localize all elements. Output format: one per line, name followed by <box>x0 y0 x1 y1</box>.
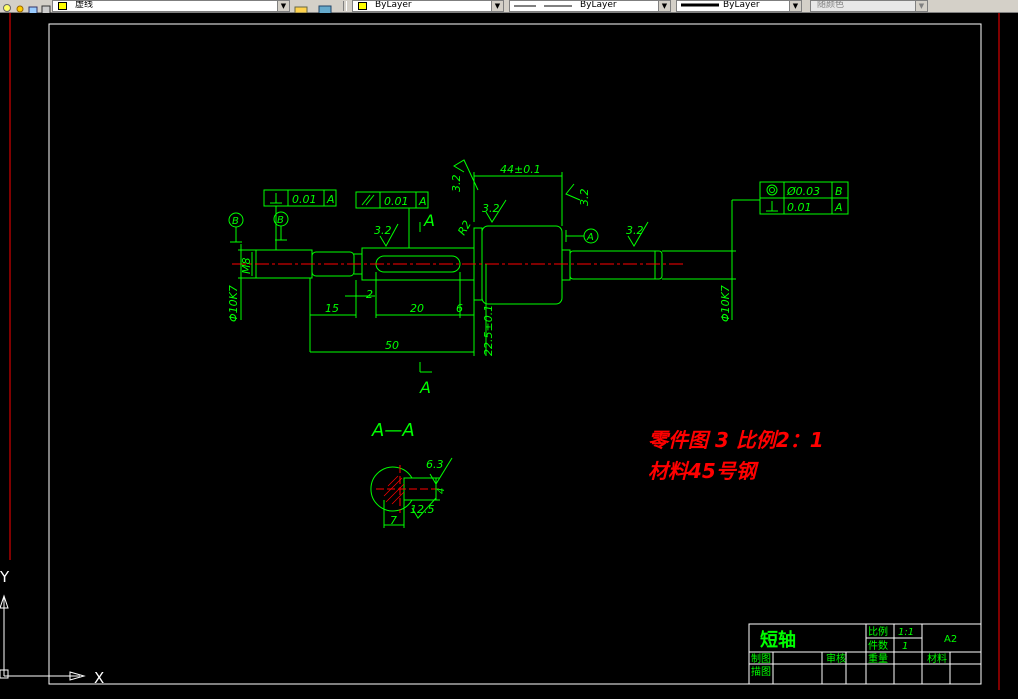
sun-icon[interactable] <box>14 0 26 13</box>
color-swatch <box>358 2 367 10</box>
datum-a-label: A <box>586 232 594 243</box>
lineweight-dropdown[interactable]: ByLayer ▼ <box>676 0 802 12</box>
title-qty-label: 件数 <box>868 639 888 652</box>
title-weight-label: 重量 <box>868 652 888 665</box>
chevron-down-icon[interactable]: ▼ <box>658 1 670 11</box>
roughness-2: 3.2 <box>482 202 500 215</box>
chevron-down-icon[interactable]: ▼ <box>277 1 289 11</box>
color-value: ByLayer <box>375 0 412 10</box>
dim-50: 50 <box>385 339 399 352</box>
roughness-5: 3.2 <box>578 189 591 207</box>
plotstyle-dropdown[interactable]: 随颜色 ▼ <box>810 0 928 12</box>
concentric-datum: B <box>835 185 843 198</box>
layer-previous-icon[interactable] <box>318 0 332 15</box>
dim-20: 20 <box>410 302 424 315</box>
layer-name: 虚线 <box>75 0 94 10</box>
dim-7: 7 <box>390 514 397 527</box>
perpendicular-datum: A <box>834 201 843 214</box>
chevron-down-icon[interactable]: ▼ <box>915 1 927 11</box>
roughness-7: 12.5 <box>410 503 435 516</box>
roughness-1: 3.2 <box>374 224 392 237</box>
roughness-6: 6.3 <box>426 458 444 471</box>
runout-datum: A <box>326 193 335 206</box>
linetype-value: ByLayer <box>580 0 617 10</box>
lightbulb-icon[interactable] <box>1 0 13 12</box>
layer-print-icon[interactable] <box>40 0 52 15</box>
roughness-4: 3.2 <box>450 175 463 193</box>
linetype-dropdown[interactable]: ByLayer ▼ <box>509 0 671 12</box>
datum-b2-label: B <box>277 215 284 226</box>
title-material-label: 材料 <box>927 652 947 665</box>
roughness-3: 3.2 <box>626 224 644 237</box>
title-part-name: 短轴 <box>760 629 796 651</box>
dim-15: 15 <box>325 302 339 315</box>
title-drafter-label: 描图 <box>751 665 771 678</box>
lineweight-sample <box>681 3 719 7</box>
dim-phi-right: Φ10K7 <box>719 285 732 322</box>
color-dropdown[interactable]: ByLayer ▼ <box>352 0 504 12</box>
concentric-tolerance-value: Ø0.03 <box>786 185 820 198</box>
ucs-x-label: X <box>94 669 104 687</box>
dim-phi-left: Φ10K7 <box>227 285 240 322</box>
datum-b1-label: B <box>232 216 239 227</box>
title-scale-label: 比例 <box>868 625 888 638</box>
section-mark-bottom: A <box>419 378 431 397</box>
drawing-canvas[interactable]: 0.01 A 0.01 A Ø0.03 B 0.01 A B B A 3.2 3… <box>0 13 1018 699</box>
runout-tolerance-value: 0.01 <box>292 193 317 206</box>
title-checked-label: 审核 <box>826 652 846 665</box>
dim-44: 44±0.1 <box>500 163 541 176</box>
drawing-note-line2: 材料45号钢 <box>648 459 759 483</box>
parallel-tolerance-value: 0.01 <box>384 195 409 208</box>
dim-22: 22.5±0.1 <box>482 305 495 356</box>
chevron-down-icon[interactable]: ▼ <box>491 1 503 11</box>
perpendicular-tolerance-value: 0.01 <box>787 201 812 214</box>
dim-2: 2 <box>366 288 373 301</box>
title-drawn-label: 制图 <box>751 652 771 665</box>
dim-4: 4 <box>436 488 447 494</box>
linetype-sample <box>514 5 572 7</box>
parallel-datum: A <box>418 195 427 208</box>
section-label: A—A <box>371 420 415 441</box>
title-sheet-size: A2 <box>944 634 957 645</box>
properties-toolbar: 虚线 ▼ ByLayer ▼ ByLayer ▼ ByLayer ▼ 随颜色 ▼ <box>0 0 1018 15</box>
title-scale-value: 1:1 <box>898 627 914 638</box>
dim-m8: M8 <box>240 258 253 275</box>
drawing-note-line1: 零件图 3 比例2：1 <box>648 428 824 452</box>
dim-6: 6 <box>456 302 463 315</box>
title-qty-value: 1 <box>902 641 908 652</box>
lineweight-value: ByLayer <box>723 0 760 10</box>
layer-color-swatch <box>58 2 67 10</box>
make-current-layer-icon[interactable] <box>294 0 308 14</box>
layer-lock-icon[interactable] <box>27 0 39 15</box>
ucs-y-label: Y <box>0 568 10 586</box>
layer-dropdown[interactable]: 虚线 ▼ <box>52 0 290 12</box>
toolbar-separator <box>343 1 347 11</box>
chevron-down-icon[interactable]: ▼ <box>789 1 801 11</box>
section-mark-top: A <box>423 211 435 230</box>
plotstyle-value: 随颜色 <box>817 0 845 10</box>
